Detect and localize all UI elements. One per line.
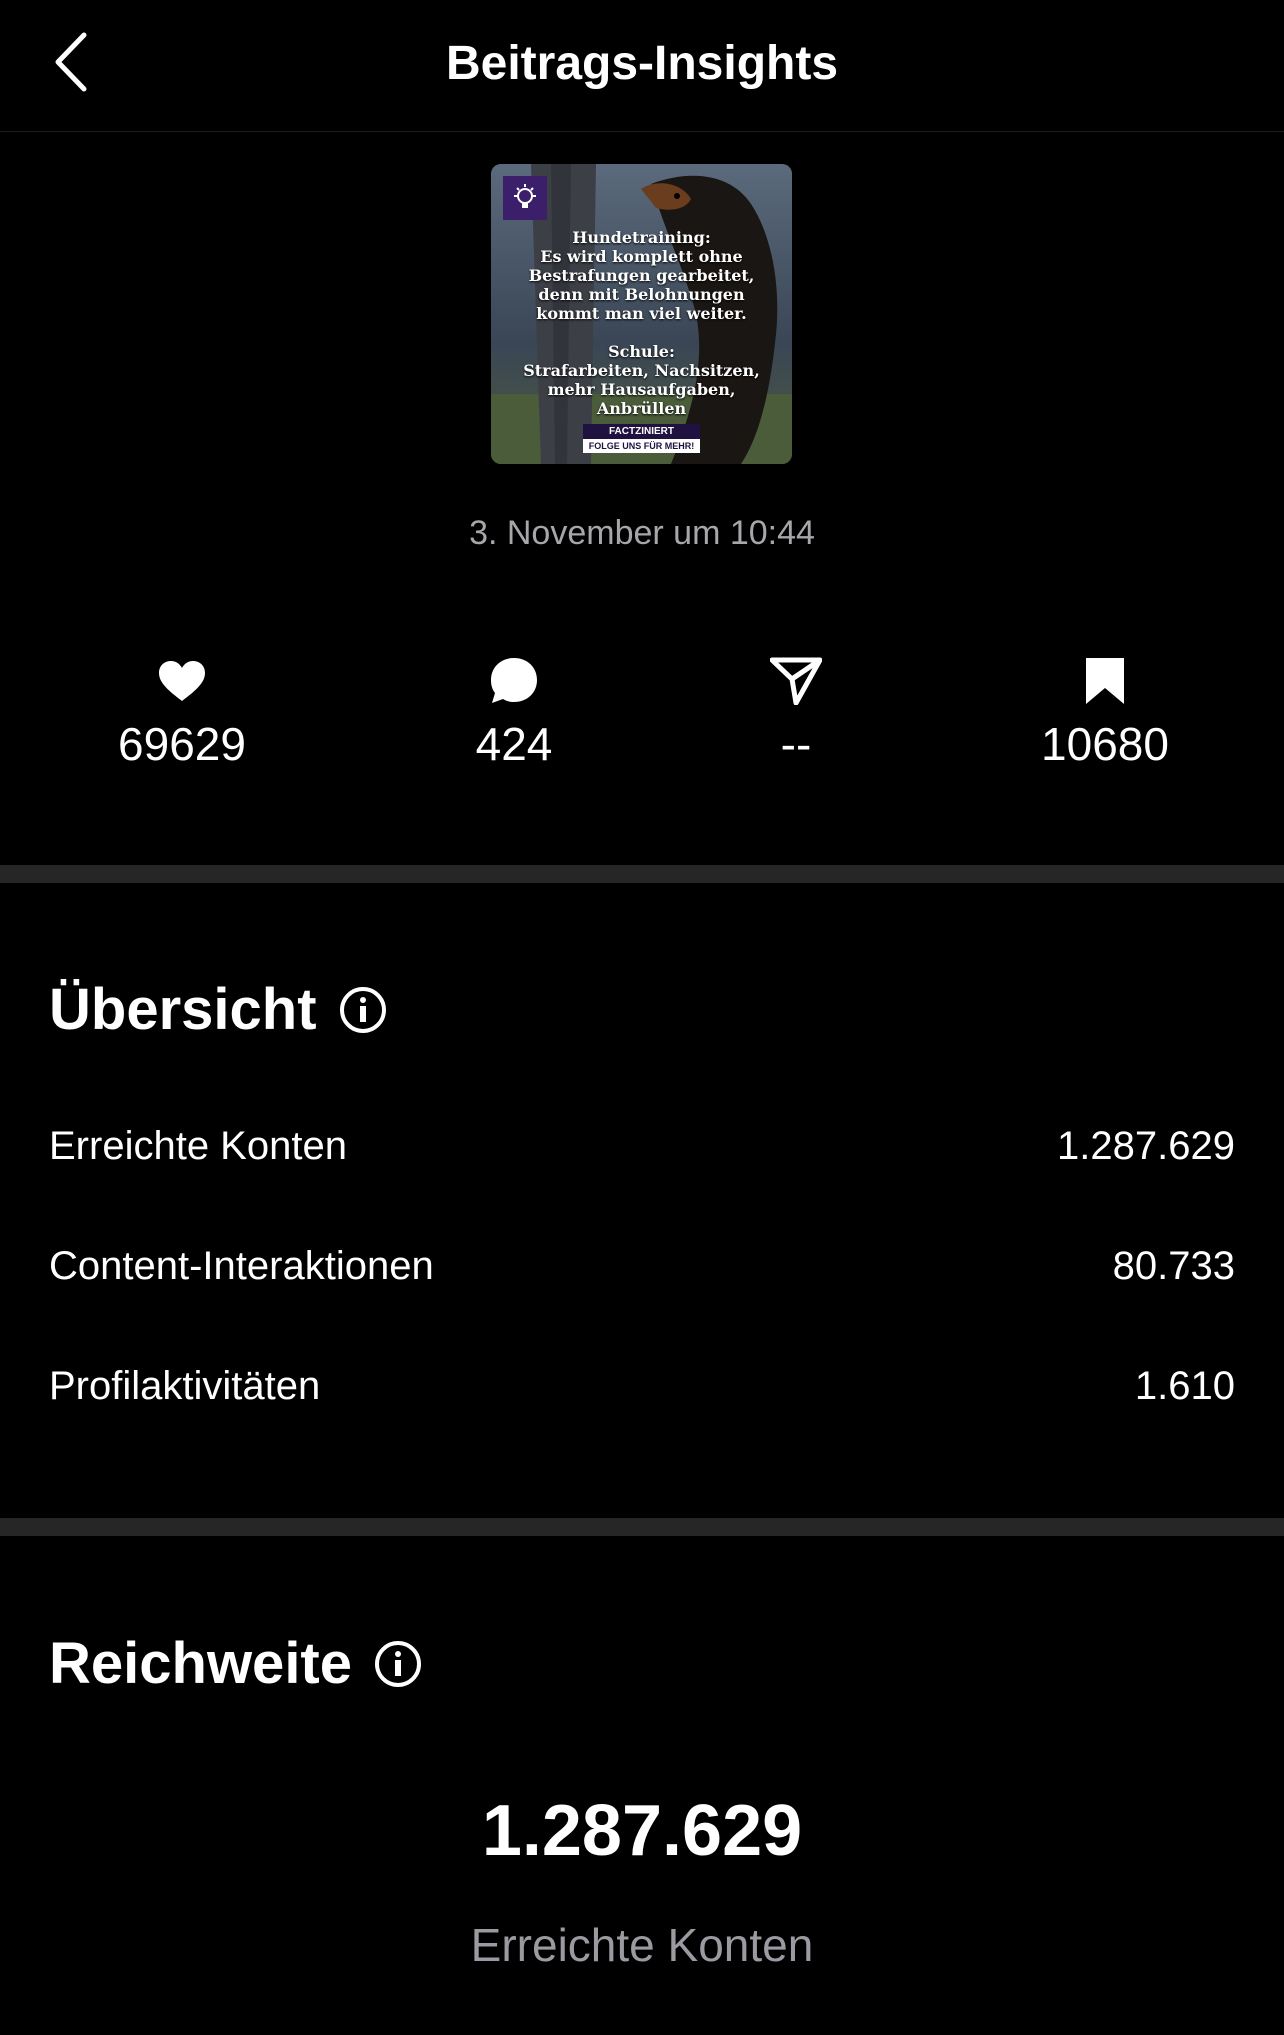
overview-row-profile-activity[interactable]: Profilaktivitäten 1.610 [49, 1364, 1235, 1409]
metric-comments: 424 [412, 652, 616, 772]
section-divider [0, 865, 1284, 883]
share-icon [770, 657, 822, 705]
overview-row-reach[interactable]: Erreichte Konten 1.287.629 [49, 1124, 1235, 1169]
reach-section-title: Reichweite [49, 1630, 422, 1697]
overview-section-title: Übersicht [49, 976, 387, 1043]
bookmark-icon [1086, 658, 1124, 704]
overview-title: Übersicht [49, 977, 317, 1042]
saves-count: 10680 [1041, 718, 1169, 770]
info-icon[interactable] [374, 1640, 422, 1688]
row-value: 1.287.629 [1057, 1124, 1235, 1168]
comments-count: 424 [475, 718, 553, 770]
lightbulb-icon [503, 176, 547, 220]
top-bar: Beitrags-Insights [0, 0, 1284, 132]
caption-line: mehr Hausaufgaben, Anbrüllen [547, 380, 736, 418]
section-divider [0, 1518, 1284, 1536]
metric-shares: -- [694, 652, 898, 772]
post-thumbnail[interactable]: Hundetraining: Es wird komplett ohne Bes… [491, 164, 792, 464]
likes-count: 69629 [118, 718, 246, 770]
page-title: Beitrags-Insights [445, 37, 839, 90]
reach-label: Erreichte Konten [470, 1919, 814, 1971]
row-value: 80.733 [1112, 1244, 1235, 1288]
caption-line: Es wird komplett ohne [540, 247, 743, 266]
row-label: Erreichte Konten [49, 1124, 347, 1168]
row-label: Profilaktivitäten [49, 1364, 321, 1408]
caption-line: denn mit Belohnungen [538, 285, 745, 304]
post-date: 3. November um 10:44 [469, 514, 815, 552]
info-icon[interactable] [339, 986, 387, 1034]
reach-value: 1.287.629 [481, 1791, 803, 1871]
caption-line: Strafarbeiten, Nachsitzen, [523, 361, 760, 380]
thumbnail-brand: FACTZINIERT [583, 424, 700, 439]
metric-saves: 10680 [1003, 652, 1207, 772]
row-value: 1.610 [1134, 1364, 1235, 1408]
overview-row-interactions[interactable]: Content-Interaktionen 80.733 [49, 1244, 1235, 1289]
reach-title: Reichweite [49, 1631, 352, 1696]
thumbnail-caption: Hundetraining: Es wird komplett ohne Bes… [503, 228, 780, 418]
caption-line: Bestrafungen gearbeitet, [528, 266, 755, 285]
heart-icon [159, 661, 205, 701]
caption-line: kommt man viel weiter. [536, 304, 747, 323]
caption-line: Hundetraining: [572, 228, 711, 247]
row-label: Content-Interaktionen [49, 1244, 434, 1288]
shares-count: -- [780, 718, 812, 770]
caption-line: Schule: [608, 342, 675, 361]
thumbnail-cta: FOLGE UNS FÜR MEHR! [583, 439, 700, 453]
comment-icon [491, 658, 537, 703]
metric-likes: 69629 [80, 652, 284, 772]
